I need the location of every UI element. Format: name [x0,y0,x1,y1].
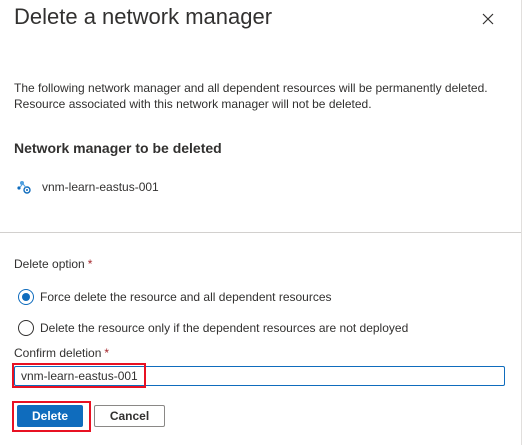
resource-row: vnm-learn-eastus-001 [16,178,159,196]
network-manager-icon [17,181,31,194]
description: The following network manager and all de… [14,80,509,112]
description-line-2: Resource associated with this network ma… [14,97,372,111]
radio-button-checked[interactable] [18,289,34,305]
radio-force-delete[interactable]: Force delete the resource and all depend… [18,289,332,305]
confirm-deletion-label-text: Confirm deletion [14,346,102,360]
radio-force-delete-label: Force delete the resource and all depend… [40,290,332,304]
panel-title: Delete a network manager [14,4,273,29]
section-divider [0,232,521,233]
close-icon [482,13,494,25]
required-marker: * [104,346,110,360]
radio-delete-if-not-deployed-label: Delete the resource only if the dependen… [40,321,409,335]
description-line-1: The following network manager and all de… [14,81,488,95]
confirm-deletion-label: Confirm deletion * [14,346,109,360]
resource-name: vnm-learn-eastus-001 [42,180,159,194]
close-button[interactable] [477,8,499,30]
confirm-deletion-input[interactable] [14,366,505,386]
delete-option-label: Delete option * [14,257,92,271]
radio-delete-if-not-deployed[interactable]: Delete the resource only if the dependen… [18,320,408,336]
radio-button-unchecked[interactable] [18,320,34,336]
section-heading: Network manager to be deleted [14,140,222,156]
delete-option-label-text: Delete option [14,257,85,271]
delete-network-manager-panel: Delete a network manager The following n… [0,0,522,445]
required-marker: * [87,257,93,271]
cancel-button[interactable]: Cancel [94,405,165,427]
delete-button[interactable]: Delete [17,405,83,427]
